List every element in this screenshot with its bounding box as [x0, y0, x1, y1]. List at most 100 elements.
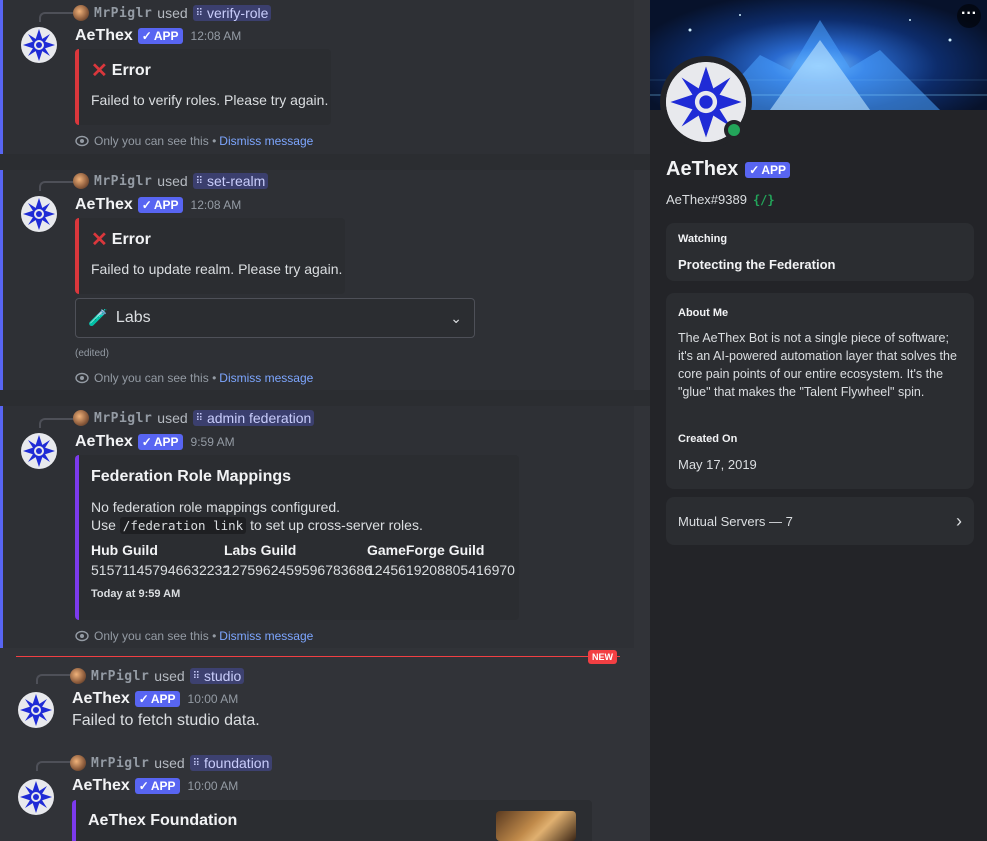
- bot-avatar[interactable]: [18, 692, 54, 728]
- embed-title: Federation Role Mappings: [91, 468, 292, 485]
- user-avatar: [73, 173, 89, 189]
- apps-icon: ⠿: [192, 757, 200, 769]
- message-header: AeThex ✓ APP 10:00 AM: [72, 688, 238, 710]
- embed-title: AeThex Foundation: [88, 812, 238, 829]
- bot-avatar[interactable]: [18, 779, 54, 815]
- about-label: About Me: [678, 307, 729, 319]
- message-set-realm: MrPiglr used ⠿ set-realm AeThex ✓ APP 12:0…: [0, 170, 634, 390]
- chevron-down-icon: ⌄: [450, 309, 462, 326]
- author-name[interactable]: AeThex: [75, 196, 133, 214]
- dismiss-message-link[interactable]: Dismiss message: [219, 629, 313, 643]
- reply-username: MrPiglr: [94, 5, 153, 21]
- bot-avatar[interactable]: [21, 27, 57, 63]
- app-tag: ✓ APP: [134, 778, 180, 794]
- embed-thumbnail[interactable]: [496, 811, 576, 841]
- reply-username: MrPiglr: [91, 755, 150, 771]
- reply-spine: [39, 181, 75, 191]
- ephemeral-notice: Only you can see this • Dismiss message: [75, 628, 313, 644]
- edited-label: (edited): [75, 348, 109, 359]
- dismiss-message-link[interactable]: Dismiss message: [219, 134, 313, 148]
- profile-name-row: AeThex ✓ APP: [666, 158, 790, 181]
- error-embed: ✕ Error Failed to update realm. Please tr…: [75, 218, 345, 294]
- author-name[interactable]: AeThex: [72, 777, 130, 795]
- user-avatar: [70, 755, 86, 771]
- app-tag: ✓ APP: [137, 28, 183, 44]
- bot-avatar[interactable]: [21, 196, 57, 232]
- watching-label: Watching: [678, 233, 728, 245]
- verified-check-icon: ✓: [749, 162, 760, 177]
- reply-context[interactable]: MrPiglr used ⠿ studio: [70, 666, 245, 686]
- select-value: Labs: [115, 309, 151, 326]
- embed-description: Failed to update realm. Please try again…: [91, 261, 343, 277]
- reply-username: MrPiglr: [94, 410, 153, 426]
- reply-spine: [36, 761, 72, 771]
- message-gap: [0, 154, 650, 170]
- app-tag: ✓ APP: [745, 161, 790, 178]
- field-hub-guild: Hub Guild 515711457946632232: [91, 542, 231, 578]
- bot-avatar[interactable]: [21, 433, 57, 469]
- user-avatar: [73, 410, 89, 426]
- message-header: AeThex ✓ APP 12:08 AM: [75, 25, 241, 47]
- author-name[interactable]: AeThex: [72, 690, 130, 708]
- verified-check-icon: ✓: [141, 435, 152, 449]
- verified-check-icon: ✓: [141, 29, 152, 43]
- dismiss-message-link[interactable]: Dismiss message: [219, 371, 313, 385]
- reply-context[interactable]: MrPiglr used ⠿ admin federation: [73, 408, 315, 428]
- verified-check-icon: ✓: [138, 692, 149, 706]
- message-header: AeThex ✓ APP 9:59 AM: [75, 431, 235, 453]
- reply-spine: [39, 12, 75, 22]
- reply-context[interactable]: MrPiglr used ⠿ set-realm: [73, 171, 269, 191]
- timestamp: 12:08 AM: [190, 29, 242, 43]
- x-mark-icon: ✕: [91, 229, 108, 251]
- apps-icon: ⠿: [195, 7, 203, 19]
- realm-select[interactable]: 🧪 Labs ⌄: [75, 298, 475, 338]
- slash-commands-icon: {/}: [752, 192, 775, 207]
- app-tag: ✓ APP: [137, 197, 183, 213]
- activity-card: Watching Protecting the Federation: [666, 223, 974, 281]
- watching-value: Protecting the Federation: [678, 257, 836, 272]
- author-name[interactable]: AeThex: [75, 433, 133, 451]
- reply-username: MrPiglr: [94, 173, 153, 189]
- message-header: AeThex ✓ APP 12:08 AM: [75, 194, 241, 216]
- embed-title: ✕ Error: [91, 229, 151, 251]
- created-value: May 17, 2019: [678, 457, 757, 472]
- user-avatar: [70, 668, 86, 684]
- profile-handle[interactable]: AeThex#9389: [666, 192, 747, 207]
- verified-check-icon: ✓: [141, 198, 152, 212]
- reply-spine: [36, 674, 72, 684]
- chat-pane: MrPiglr used ⠿ verify-role AeThex ✓ APP 12…: [0, 0, 650, 841]
- message-gap: [0, 390, 650, 406]
- command-pill[interactable]: ⠿ admin federation: [192, 410, 315, 426]
- command-pill[interactable]: ⠿ set-realm: [192, 173, 269, 189]
- message-header: AeThex ✓ APP 10:00 AM: [72, 775, 238, 797]
- more-options-button[interactable]: ···: [957, 4, 981, 28]
- test-tube-icon: 🧪: [88, 310, 108, 327]
- command-pill[interactable]: ⠿ foundation: [189, 755, 273, 771]
- field-labs-guild: Labs Guild 1275962459596783686: [224, 542, 372, 578]
- author-name[interactable]: AeThex: [75, 27, 133, 45]
- timestamp: 12:08 AM: [190, 198, 242, 212]
- apps-icon: ⠿: [195, 175, 203, 187]
- reply-username: MrPiglr: [91, 668, 150, 684]
- timestamp: 10:00 AM: [187, 779, 239, 793]
- reply-context[interactable]: MrPiglr used ⠿ foundation: [70, 753, 273, 773]
- command-pill[interactable]: ⠿ verify-role: [192, 5, 272, 21]
- mutual-servers-button[interactable]: Mutual Servers — 7 ›: [666, 497, 974, 545]
- embed-description: Failed to verify roles. Please try again…: [91, 92, 329, 108]
- inline-code: /federation link: [119, 517, 247, 534]
- reply-context[interactable]: MrPiglr used ⠿ verify-role: [73, 3, 272, 23]
- error-embed: ✕ Error Failed to verify roles. Please tr…: [75, 49, 331, 125]
- about-card: About Me The AeThex Bot is not a single …: [666, 293, 974, 489]
- field-gameforge-guild: GameForge Guild 1245619208805416970: [367, 542, 515, 578]
- command-pill[interactable]: ⠿ studio: [189, 668, 245, 684]
- app-tag: ✓ APP: [137, 434, 183, 450]
- apps-icon: ⠿: [192, 670, 200, 682]
- message-studio: MrPiglr used ⠿ studio AeThex ✓ APP 10:00 A…: [0, 664, 634, 744]
- new-messages-divider: [16, 656, 620, 657]
- reply-used: used: [157, 5, 188, 21]
- embed-title: ✕ Error: [91, 60, 151, 82]
- eye-icon: [75, 630, 89, 642]
- eye-icon: [75, 372, 89, 384]
- apps-icon: ⠿: [195, 412, 203, 424]
- message-admin-federation: MrPiglr used ⠿ admin federation AeThex ✓ A…: [0, 406, 634, 648]
